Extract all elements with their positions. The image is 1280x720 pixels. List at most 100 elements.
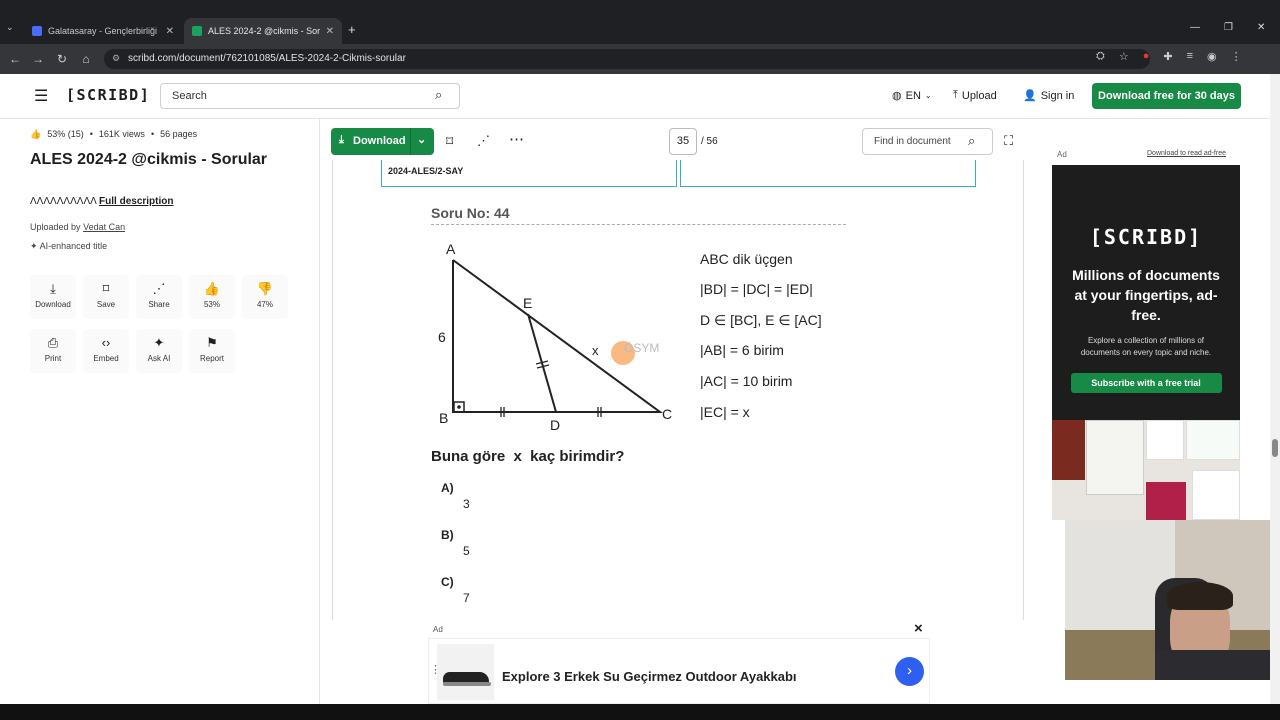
- toolbar-download-button[interactable]: ⤓ Download ⌄: [331, 128, 434, 155]
- download-icon: ⤓: [339, 134, 344, 146]
- close-window-icon[interactable]: ✕: [1257, 22, 1265, 33]
- action-label: Embed: [93, 354, 119, 363]
- upload-label: Upload: [961, 89, 997, 102]
- vertex-c-label: C: [662, 406, 672, 422]
- vertex-a-label: A: [446, 241, 456, 257]
- action-report[interactable]: ⚑ Report: [189, 329, 235, 373]
- uploader-link[interactable]: Vedat Can: [83, 222, 125, 232]
- globe-icon: ◍: [892, 90, 902, 102]
- language-selector[interactable]: ◍ EN ⌄: [892, 89, 932, 103]
- puzzle-icon[interactable]: ✚: [1163, 50, 1172, 63]
- browser-tab-galatasaray[interactable]: Galatasaray - Gençlerbirliği canlı ✕: [24, 18, 182, 44]
- scribd-ad-box: [SCRIBD] Millions of documents at your f…: [1052, 165, 1240, 420]
- share-icon[interactable]: ⋰: [477, 133, 490, 149]
- read-adfree-link[interactable]: Download to read ad-free: [1147, 150, 1226, 157]
- shirt: [1155, 650, 1280, 680]
- separator-dot: •: [150, 129, 155, 139]
- rating-stat: 53% (15): [47, 129, 84, 139]
- close-ad-icon[interactable]: ×: [914, 620, 923, 637]
- thumb: [1186, 420, 1240, 460]
- separator-dot: •: [89, 129, 93, 139]
- forward-icon[interactable]: →: [28, 49, 48, 69]
- fullscreen-icon[interactable]: ⛶: [1004, 133, 1013, 149]
- action-embed[interactable]: ‹› Embed: [83, 329, 129, 373]
- search-input[interactable]: Search: [160, 83, 460, 109]
- translate-icon[interactable]: ⛭: [1096, 50, 1105, 63]
- signin-label: Sign in: [1040, 89, 1075, 102]
- bookmark-icon[interactable]: ⌑: [446, 133, 453, 150]
- scrollbar-thumb[interactable]: [1272, 439, 1278, 457]
- tab-favicon-icon: [192, 26, 202, 36]
- document-page: 2024-ALES/2-SAY Soru No: 44 A B C D E x …: [332, 160, 1024, 620]
- upload-icon: ⤒: [953, 89, 958, 101]
- ad-subtext: Explore a collection of millions of docu…: [1080, 336, 1212, 357]
- tab-list-icon[interactable]: ≡: [1187, 50, 1193, 63]
- close-tab-icon[interactable]: ✕: [326, 26, 334, 37]
- condition-line: |BD| = |DC| = |ED|: [700, 281, 813, 297]
- action-print[interactable]: ⎙ Print: [30, 329, 76, 373]
- minimize-icon[interactable]: —: [1190, 22, 1200, 33]
- flag-icon: ⚑: [206, 335, 218, 350]
- extension-icons: ⛭ ☆ ● ✚ ≡ ◉ ⋮: [1096, 50, 1242, 63]
- action-label: Ask AI: [147, 354, 171, 363]
- action-label: Download: [35, 300, 71, 309]
- menu-icon[interactable]: ⋮: [1231, 50, 1242, 63]
- action-share[interactable]: ⋰ Share: [136, 275, 182, 319]
- download-free-button[interactable]: Download free for 30 days: [1092, 83, 1241, 109]
- action-label: 53%: [203, 300, 220, 309]
- thumbs-down-icon: 👎: [256, 281, 274, 296]
- description-text: ΛΛΛΛΛΛΛΛΛΛ: [30, 196, 97, 207]
- uploader-line: Uploaded by Vedat Can: [30, 222, 125, 232]
- option-letter: C): [441, 575, 454, 589]
- signin-button[interactable]: 👤 Sign in: [1023, 89, 1075, 103]
- thumb: [1052, 420, 1085, 480]
- hamburger-icon[interactable]: ☰: [34, 86, 48, 106]
- find-search-icon[interactable]: ⌕: [968, 133, 975, 149]
- full-description-link[interactable]: Full description: [99, 196, 173, 207]
- tab-search-button[interactable]: ⌄: [6, 22, 14, 33]
- description: ΛΛΛΛΛΛΛΛΛΛ Full description: [30, 196, 173, 207]
- home-icon[interactable]: ⌂: [76, 49, 96, 69]
- action-ask-ai[interactable]: ✦ Ask AI: [136, 329, 182, 373]
- page-number-input[interactable]: 35: [669, 128, 697, 155]
- shoe-image: [437, 644, 494, 700]
- ad-cta-button[interactable]: Subscribe with a free trial: [1070, 373, 1222, 393]
- condition-line: D ∈ [BC], E ∈ [AC]: [700, 312, 822, 328]
- profile-icon[interactable]: ◉: [1207, 50, 1217, 63]
- window-controls: — ❐ ✕: [1190, 22, 1265, 33]
- action-label: Print: [44, 354, 62, 363]
- side-ab-label: 6: [438, 329, 446, 345]
- action-dislike[interactable]: 👎 47%: [242, 275, 288, 319]
- bottom-ad-banner[interactable]: ⋮ Explore 3 Erkek Su Geçirmez Outdoor Ay…: [428, 638, 930, 704]
- action-like[interactable]: 👍 53%: [189, 275, 235, 319]
- action-label: Report: [199, 354, 224, 363]
- chevron-right-icon[interactable]: ›: [895, 657, 924, 686]
- reload-icon[interactable]: ↻: [52, 49, 72, 69]
- chevron-down-icon[interactable]: ⌄: [417, 133, 426, 146]
- scribd-logo[interactable]: [SCRIBD]: [66, 86, 150, 104]
- page-scrollbar[interactable]: [1270, 74, 1280, 704]
- action-label: Share: [148, 300, 170, 309]
- action-save[interactable]: ⌑ Save: [83, 275, 129, 319]
- action-row-1: ⤓ Download ⌑ Save ⋰ Share 👍 53% 👎 47%: [30, 275, 288, 319]
- action-row-2: ⎙ Print ‹› Embed ✦ Ask AI ⚑ Report: [30, 329, 235, 373]
- upload-button[interactable]: ⤒ Upload: [953, 89, 997, 102]
- doc-stats: 👍 53% (15) • 161K views • 56 pages: [30, 129, 197, 140]
- restore-icon[interactable]: ❐: [1224, 22, 1233, 33]
- new-tab-button[interactable]: +: [348, 22, 356, 37]
- search-icon[interactable]: ⌕: [435, 87, 442, 103]
- star-icon[interactable]: ☆: [1119, 50, 1129, 63]
- more-options-icon[interactable]: ⋯: [509, 130, 524, 148]
- url-bar[interactable]: scribd.com/document/762101085/ALES-2024-…: [104, 49, 1150, 69]
- bottom-edge: [0, 704, 1280, 720]
- ad-text[interactable]: Explore 3 Erkek Su Geçirmez Outdoor Ayak…: [502, 669, 797, 684]
- action-download[interactable]: ⤓ Download: [30, 275, 76, 319]
- extension-red-icon[interactable]: ●: [1143, 50, 1150, 63]
- browser-tab-ales[interactable]: ALES 2024-2 @cikmis - Sorular ✕: [184, 18, 342, 44]
- tab-title: Galatasaray - Gençlerbirliği canlı: [48, 26, 160, 36]
- sparkle-icon: ✦: [153, 335, 165, 350]
- chevron-down-icon: ⌄: [924, 91, 932, 100]
- back-icon[interactable]: ←: [5, 49, 25, 69]
- close-tab-icon[interactable]: ✕: [166, 26, 174, 37]
- site-info-icon[interactable]: ⚙: [112, 53, 120, 64]
